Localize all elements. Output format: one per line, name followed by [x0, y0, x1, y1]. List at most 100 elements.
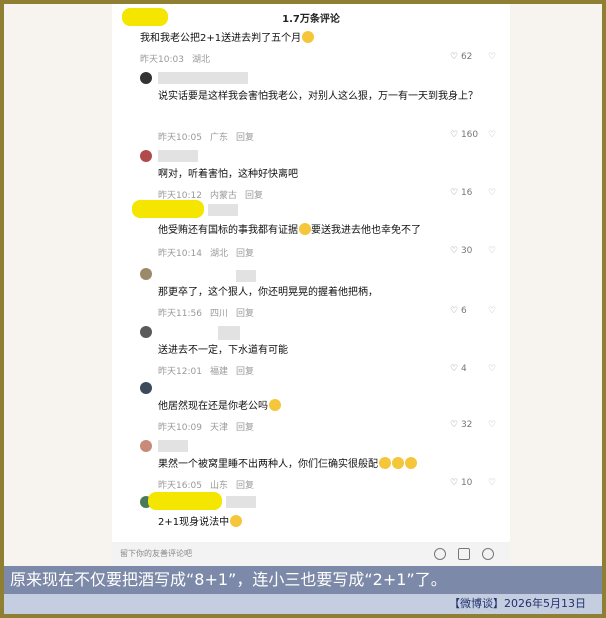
comment-meta: 昨天11:56 四川 回复 [158, 306, 262, 319]
comment-text: 啊对，听着害怕，这种好快离吧 [158, 169, 298, 180]
caption-text: 原来现在不仅要把酒写成“8+1”，连小三也要写成“2+1”了。 [10, 570, 447, 589]
comment-meta: 昨天10:05 广东 回复 [158, 130, 262, 143]
dislike-button[interactable]: ♡ [488, 246, 496, 256]
comment-location: 山东 [209, 481, 228, 491]
comment-text: 送进去不一定，下水道有可能 [158, 345, 288, 356]
like-button[interactable]: ♡ 160 [450, 130, 478, 140]
comment-text: 那更卒了，这个狠人，你还明晃晃的握着他把柄， [158, 287, 378, 298]
laughing-emoji-icon [405, 457, 417, 469]
image-icon[interactable] [458, 548, 470, 560]
comment-time: 昨天10:14 [158, 249, 202, 259]
comment-location: 天津 [209, 423, 228, 433]
dislike-button[interactable]: ♡ [488, 420, 496, 430]
comment-text: 说实话要是这样我会害怕我老公，对别人这么狠，万一有一天到我身上？ [158, 91, 478, 102]
like-count: 30 [460, 246, 473, 256]
dizzy-emoji-icon [299, 223, 311, 235]
emoji-picker-icon[interactable] [434, 548, 446, 560]
avatar[interactable] [140, 440, 152, 452]
like-button[interactable]: ♡ 4 [450, 364, 467, 374]
comment-location: 湖北 [209, 249, 228, 259]
like-count: 32 [460, 420, 473, 430]
comment-text-content: 他居然现在还是你老公吗 [158, 401, 268, 412]
comment-location: 湖北 [191, 55, 210, 65]
comment-input-bar[interactable]: 留下你的友善评论吧 [112, 542, 510, 566]
username-redacted [226, 496, 256, 508]
comment-time: 昨天10:05 [158, 133, 202, 143]
comment-time: 昨天16:05 [158, 481, 202, 491]
comment-text: 果然一个被窝里睡不出两种人，你们仨确实很般配 [158, 456, 498, 474]
username-redacted [158, 440, 188, 452]
comment-text: 我和我老公把2+1送进去判了五个月 [140, 30, 480, 48]
comment-text: 他受贿还有国标的事我都有证据 要送我进去他也幸免不了 [158, 222, 498, 240]
username-highlight [132, 200, 204, 218]
comment-time: 昨天10:03 [140, 55, 184, 65]
reply-link[interactable]: 回复 [236, 133, 254, 143]
username-redacted [158, 150, 198, 162]
screenshot-card: 1.7万条评论 我和我老公把2+1送进去判了五个月 昨天10:03 湖北 ♡ 62… [4, 4, 602, 566]
comment-location: 四川 [209, 309, 228, 319]
laughing-emoji-icon [392, 457, 404, 469]
crying-emoji-icon [269, 399, 281, 411]
like-button[interactable]: ♡ 10 [450, 478, 472, 488]
avatar[interactable] [140, 326, 152, 338]
avatar[interactable] [140, 150, 152, 162]
reply-link[interactable]: 回复 [236, 481, 254, 491]
comments-header: 1.7万条评论 [282, 14, 340, 25]
comment-meta: 昨天10:14 湖北 回复 [158, 246, 262, 259]
dislike-button[interactable]: ♡ [488, 364, 496, 374]
reply-link[interactable]: 回复 [236, 423, 254, 433]
comment-text-content: 我和我老公把2+1送进去判了五个月 [140, 33, 302, 44]
like-count: 16 [460, 188, 473, 198]
avatar[interactable] [140, 268, 152, 280]
reply-link[interactable]: 回复 [245, 191, 263, 201]
username-redacted [236, 270, 256, 282]
dislike-button[interactable]: ♡ [488, 52, 496, 62]
comment-location: 广东 [209, 133, 228, 143]
like-button[interactable]: ♡ 6 [450, 306, 467, 316]
comment-time: 昨天11:56 [158, 309, 202, 319]
laughing-emoji-icon [379, 457, 391, 469]
like-button[interactable]: ♡ 62 [450, 52, 472, 62]
caption-banner: 原来现在不仅要把酒写成“8+1”，连小三也要写成“2+1”了。 [4, 566, 602, 594]
like-button[interactable]: ♡ 16 [450, 188, 472, 198]
comment-text-content: 2+1现身说法中 [158, 517, 230, 528]
comment-panel: 1.7万条评论 我和我老公把2+1送进去判了五个月 昨天10:03 湖北 ♡ 62… [112, 4, 510, 566]
comment-location: 内蒙古 [209, 191, 237, 201]
comment-input-placeholder[interactable]: 留下你的友善评论吧 [120, 548, 192, 559]
comment-text: 2+1现身说法中 [158, 514, 498, 532]
comment-time: 昨天10:09 [158, 423, 202, 433]
like-count: 160 [460, 130, 479, 140]
comment-meta: 昨天12:01 福建 回复 [158, 364, 262, 377]
smile-emoji-icon [302, 31, 315, 43]
outer-frame: 1.7万条评论 我和我老公把2+1送进去判了五个月 昨天10:03 湖北 ♡ 62… [0, 0, 606, 618]
dislike-button[interactable]: ♡ [488, 130, 496, 140]
username-redacted [218, 326, 240, 340]
like-count: 10 [460, 478, 473, 488]
comment-text-content: 要送我进去他也幸免不了 [311, 225, 421, 236]
comment-meta: 昨天16:05 山东 回复 [158, 478, 262, 491]
like-button[interactable]: ♡ 32 [450, 420, 472, 430]
like-count: 6 [460, 306, 467, 316]
like-count: 62 [460, 52, 473, 62]
at-mention-icon[interactable] [482, 548, 494, 560]
comment-time: 昨天12:01 [158, 367, 202, 377]
comment-text-content: 果然一个被窝里睡不出两种人，你们仨确实很般配 [158, 459, 378, 470]
dislike-button[interactable]: ♡ [488, 478, 496, 488]
reply-link[interactable]: 回复 [236, 309, 254, 319]
dislike-button[interactable]: ♡ [488, 306, 496, 316]
comment-meta: 昨天10:03 湖北 [140, 52, 218, 65]
reply-link[interactable]: 回复 [236, 249, 254, 259]
credit-line: 【微博谈】2026年5月13日 [4, 594, 602, 614]
dizzy-emoji-icon [230, 515, 243, 527]
comment-location: 福建 [209, 367, 228, 377]
dislike-button[interactable]: ♡ [488, 188, 496, 198]
comment-meta: 昨天10:09 天津 回复 [158, 420, 262, 433]
like-count: 4 [460, 364, 467, 374]
comment-text: 他居然现在还是你老公吗 [158, 398, 498, 416]
username-redacted [158, 72, 248, 84]
reply-link[interactable]: 回复 [236, 367, 254, 377]
like-button[interactable]: ♡ 30 [450, 246, 472, 256]
avatar[interactable] [140, 382, 152, 394]
avatar[interactable] [140, 72, 152, 84]
username-highlight [148, 492, 222, 510]
